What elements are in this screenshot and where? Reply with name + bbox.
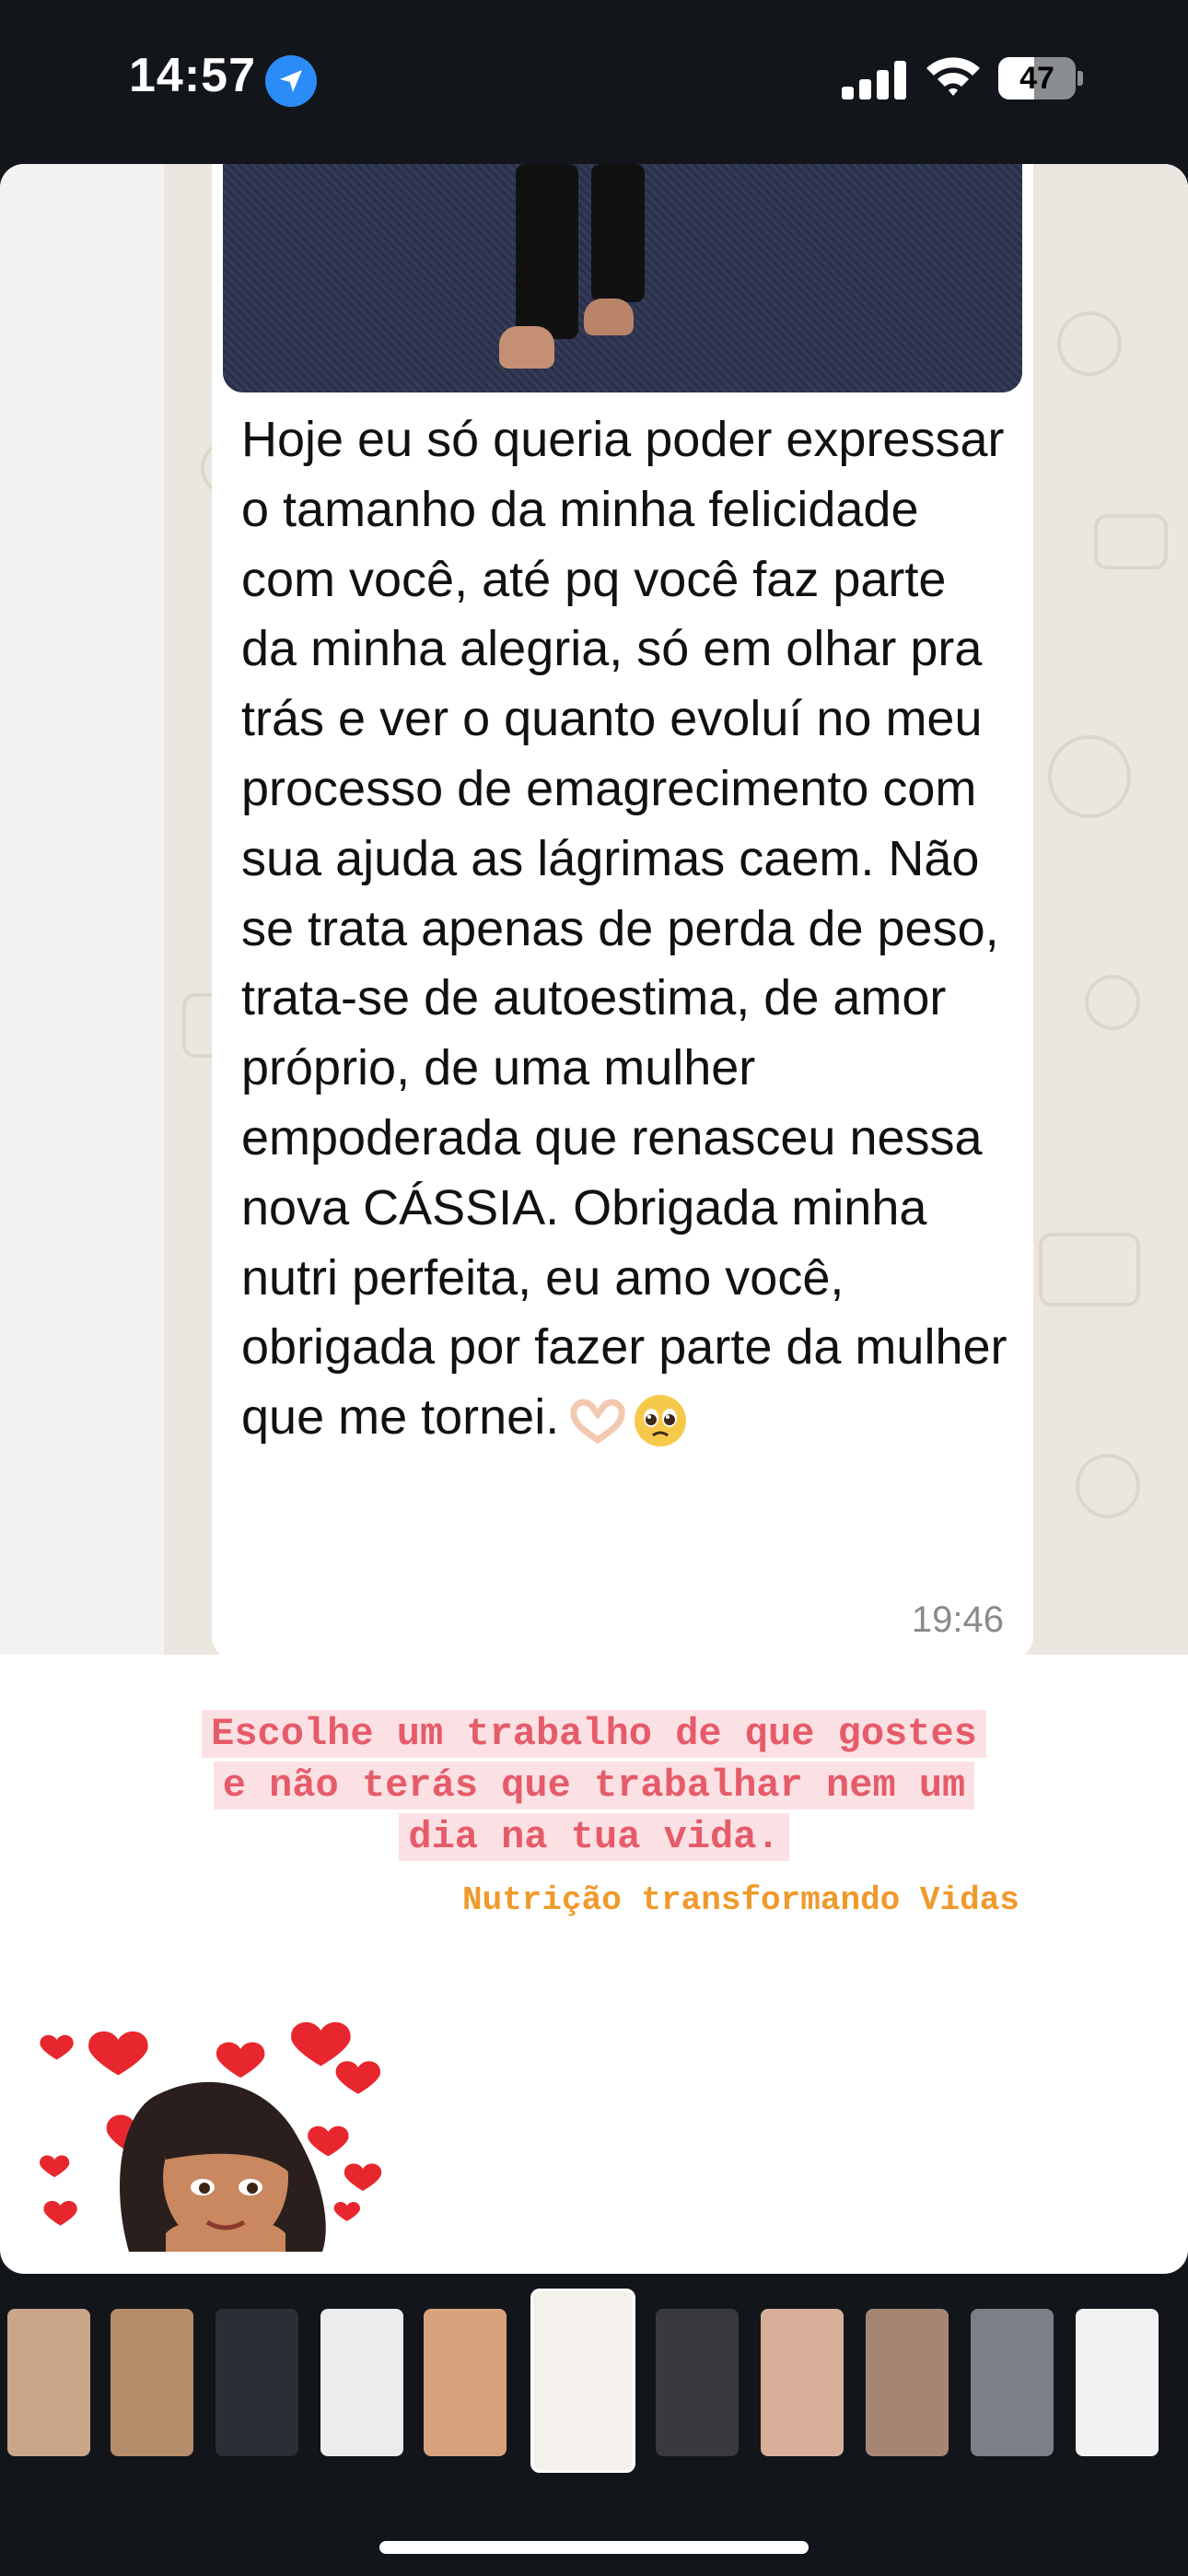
wifi-icon — [925, 53, 982, 100]
story-card[interactable]: Hoje eu só queria poder expressar o tama… — [0, 164, 1188, 2274]
chat-screenshot: Hoje eu só queria poder expressar o tama… — [0, 164, 1188, 1666]
quote-line-2: e não terás que trabalhar nem um — [213, 1762, 975, 1809]
story-thumb-7[interactable] — [656, 2309, 739, 2456]
cellular-signal-icon — [842, 59, 906, 100]
heart-hands-emoji — [570, 1399, 625, 1444]
battery-level: 47 — [1019, 61, 1054, 96]
memoji-with-hearts-sticker — [40, 2021, 382, 2252]
story-thumb-2[interactable] — [111, 2309, 193, 2456]
story-thumb-5[interactable] — [424, 2309, 507, 2456]
story-thumb-8[interactable] — [761, 2309, 844, 2456]
pleading-face-emoji — [635, 1394, 687, 1446]
story-thumb-6[interactable] — [530, 2289, 635, 2473]
quote-text: Escolhe um trabalho de que gostes e não … — [0, 1708, 1188, 1863]
location-arrow-icon — [265, 55, 317, 107]
story-thumb-3[interactable] — [215, 2309, 298, 2456]
message-bubble: Hoje eu só queria poder expressar o tama… — [212, 164, 1033, 1660]
story-thumb-10[interactable] — [971, 2309, 1054, 2456]
message-body: Hoje eu só queria poder expressar o tama… — [241, 412, 1007, 1446]
status-time: 14:57 — [129, 49, 256, 102]
message-time: 19:46 — [911, 1599, 1004, 1640]
message-text: Hoje eu só queria poder expressar o tama… — [241, 405, 1015, 1453]
story-thumb-9[interactable] — [866, 2309, 949, 2456]
story-thumb-4[interactable] — [320, 2309, 403, 2456]
story-thumb-11[interactable] — [1076, 2309, 1159, 2456]
story-thumb-1[interactable] — [7, 2309, 90, 2456]
tagline: Nutrição transformando Vidas — [462, 1881, 1019, 1919]
quote-line-3: dia na tua vida. — [399, 1813, 789, 1861]
status-bar: 14:57 47 — [0, 0, 1188, 157]
home-indicator[interactable] — [379, 2541, 809, 2554]
message-photo — [223, 164, 1022, 392]
battery-icon: 47 — [998, 57, 1083, 100]
quote-line-1: Escolhe um trabalho de que gostes — [202, 1710, 986, 1758]
story-thumbnail-strip[interactable] — [0, 2283, 1188, 2495]
